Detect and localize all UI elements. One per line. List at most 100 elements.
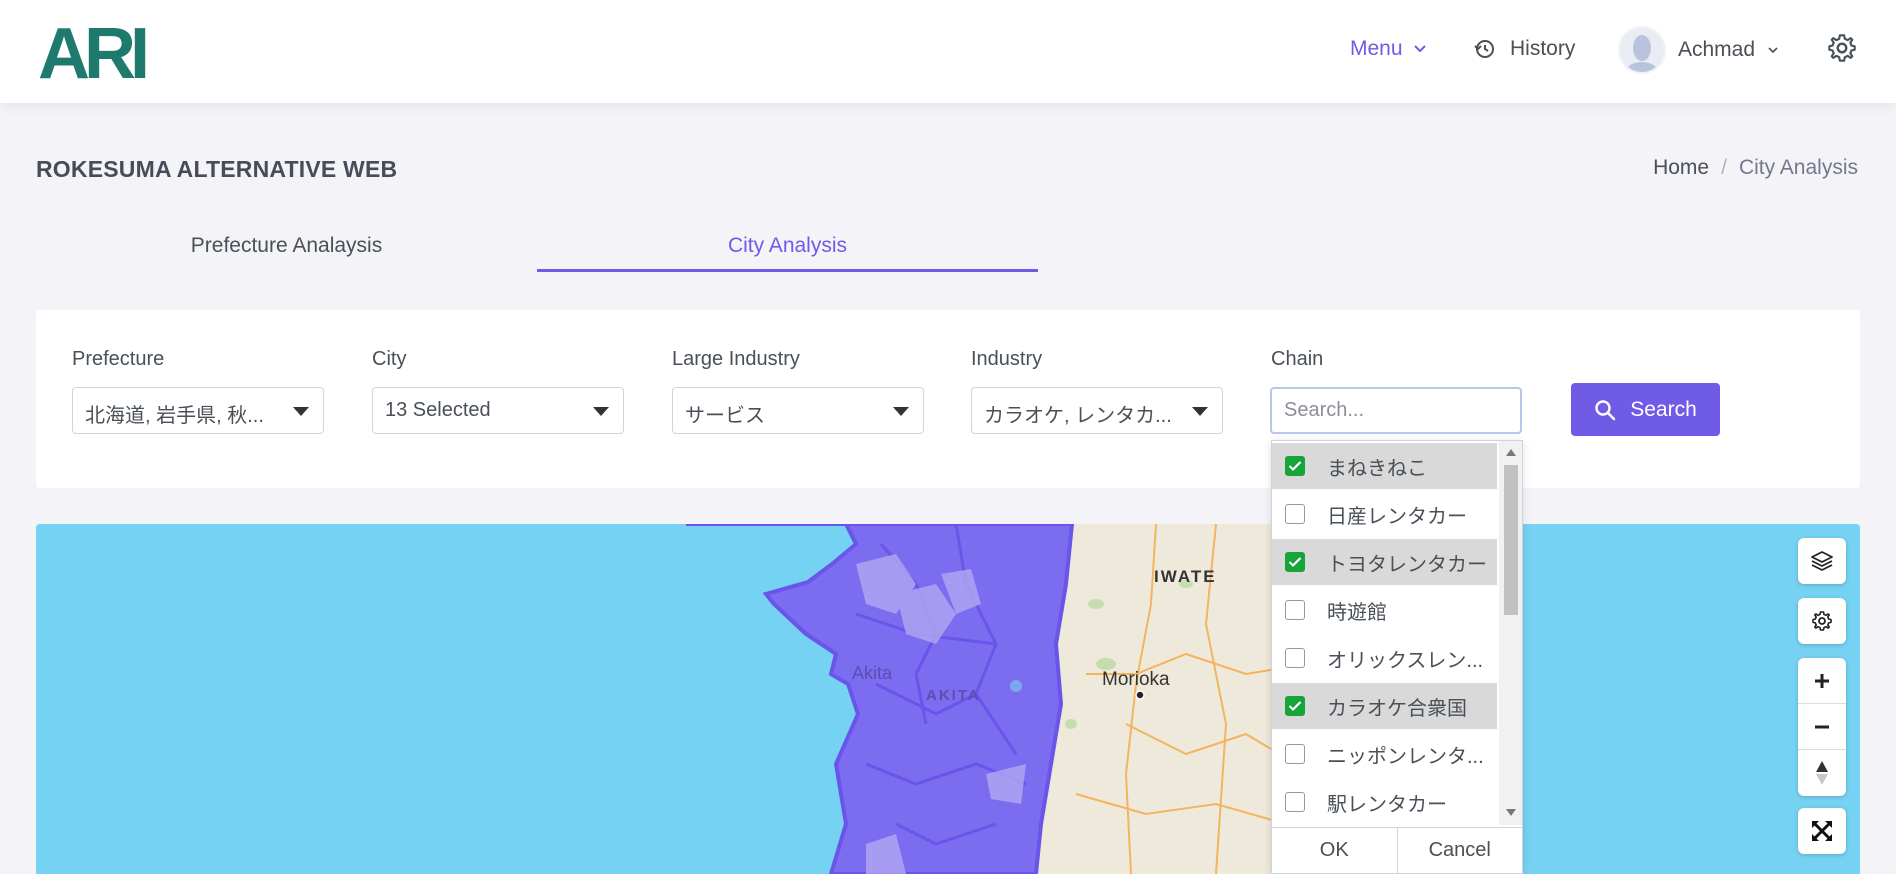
chain-option[interactable]: オリックスレン... xyxy=(1272,635,1497,681)
nav-history[interactable]: History xyxy=(1474,37,1575,61)
zoom-out-button[interactable] xyxy=(1798,704,1846,750)
search-button-label: Search xyxy=(1630,397,1697,421)
chain-dropdown: まねきねこ 日産レンタカー トヨタレンタカー 時遊館 オリックスレン... カラ… xyxy=(1271,440,1523,874)
chain-option-label: カラオケ合衆国 xyxy=(1327,697,1467,720)
checkbox[interactable] xyxy=(1285,456,1305,476)
minus-icon xyxy=(1815,725,1829,728)
morioka-marker xyxy=(1135,690,1145,700)
user-name: Achmad xyxy=(1678,38,1756,61)
analysis-tabs: Prefecture Analaysis City Analysis xyxy=(36,220,1038,272)
ari-logo[interactable]: ARI xyxy=(38,18,170,84)
breadcrumb-home-link[interactable]: Home xyxy=(1653,156,1709,180)
large-industry-value: サービス xyxy=(685,405,765,427)
scroll-up-arrow-icon[interactable] xyxy=(1506,449,1516,456)
checkbox[interactable] xyxy=(1285,744,1305,764)
checkbox[interactable] xyxy=(1285,696,1305,716)
checkbox[interactable] xyxy=(1285,552,1305,572)
gear-icon[interactable] xyxy=(1826,32,1858,64)
chevron-down-icon xyxy=(1768,47,1778,54)
user-menu[interactable]: Achmad xyxy=(1618,26,1779,74)
checkbox[interactable] xyxy=(1285,504,1305,524)
chevron-down-icon xyxy=(1413,45,1426,53)
layers-icon xyxy=(1811,551,1833,571)
chain-option-label: 日産レンタカー xyxy=(1327,505,1467,528)
industry-select[interactable]: カラオケ, レンタカ... xyxy=(971,387,1223,434)
history-icon xyxy=(1474,40,1494,58)
prefecture-select[interactable]: 北海道, 岩手県, 秋... xyxy=(72,387,324,434)
fullscreen-button[interactable] xyxy=(1798,808,1846,854)
nav-menu-dropdown[interactable]: Menu xyxy=(1350,37,1427,61)
prefecture-value: 北海道, 岩手県, 秋... xyxy=(85,405,264,427)
prefecture-label: Prefecture xyxy=(72,348,165,370)
compass-icon xyxy=(1816,761,1828,785)
city-label: City xyxy=(372,348,407,370)
check-icon xyxy=(1288,701,1302,712)
avatar xyxy=(1618,26,1666,74)
chain-option[interactable]: 駅レンタカー xyxy=(1272,779,1497,825)
breadcrumb-separator: / xyxy=(1721,156,1727,179)
search-button[interactable]: Search xyxy=(1571,383,1720,436)
zoom-controls xyxy=(1798,658,1846,796)
chain-option[interactable]: まねきねこ xyxy=(1272,443,1497,489)
tab-city-analysis[interactable]: City Analysis xyxy=(537,220,1038,272)
checkbox[interactable] xyxy=(1285,600,1305,620)
chain-option-label: オリックスレン... xyxy=(1327,649,1484,672)
ok-button[interactable]: OK xyxy=(1272,828,1398,873)
large-industry-select[interactable]: サービス xyxy=(672,387,924,434)
dropdown-scrollbar[interactable] xyxy=(1499,441,1522,825)
industry-value: カラオケ, レンタカ... xyxy=(984,405,1172,427)
map-label-iwate: IWATE xyxy=(1154,567,1217,586)
map-label-morioka: Morioka xyxy=(1102,669,1170,690)
chain-option[interactable]: 時遊館 xyxy=(1272,587,1497,633)
caret-down-icon xyxy=(893,407,909,416)
chain-option-label: 駅レンタカー xyxy=(1327,793,1447,816)
chain-option[interactable]: 日産レンタカー xyxy=(1272,491,1497,537)
lake-dot xyxy=(1010,680,1022,692)
cancel-button[interactable]: Cancel xyxy=(1398,828,1523,873)
tab-prefecture-analysis[interactable]: Prefecture Analaysis xyxy=(36,220,537,272)
layers-button[interactable] xyxy=(1798,538,1846,584)
history-label: History xyxy=(1510,37,1576,60)
chain-option-label: トヨタレンタカー xyxy=(1327,553,1487,576)
fullscreen-icon xyxy=(1812,821,1832,841)
chain-search-input[interactable] xyxy=(1270,387,1522,434)
chain-label: Chain xyxy=(1271,348,1324,370)
svg-text:ARI: ARI xyxy=(38,18,146,84)
city-select[interactable]: 13 Selected xyxy=(372,387,624,434)
checkbox[interactable] xyxy=(1285,648,1305,668)
city-value: 13 Selected xyxy=(385,399,491,421)
chain-option-label: 時遊館 xyxy=(1327,601,1387,624)
plus-icon xyxy=(1815,673,1829,688)
check-icon xyxy=(1288,557,1302,568)
chain-option-label: まねきねこ xyxy=(1327,457,1427,480)
zoom-in-button[interactable] xyxy=(1798,658,1846,704)
check-icon xyxy=(1288,461,1302,472)
map-label-akita-city: Akita xyxy=(852,663,893,683)
dropdown-footer: OK Cancel xyxy=(1272,827,1522,873)
checkbox[interactable] xyxy=(1285,792,1305,812)
breadcrumb: Home / City Analysis xyxy=(1653,156,1858,180)
map-settings-button[interactable] xyxy=(1798,598,1846,644)
top-navbar: ARI Menu History Achmad xyxy=(0,0,1896,103)
chain-option[interactable]: ニッポンレンタ... xyxy=(1272,731,1497,777)
menu-label: Menu xyxy=(1350,37,1403,60)
caret-down-icon xyxy=(593,407,609,416)
map-view[interactable]: IWATE Akita AKITA Morioka xyxy=(36,524,1860,874)
user-silhouette-icon xyxy=(1626,35,1658,72)
map-canvas[interactable]: IWATE Akita AKITA Morioka xyxy=(36,524,1860,874)
scrollbar-thumb[interactable] xyxy=(1504,465,1518,615)
chain-option[interactable]: トヨタレンタカー xyxy=(1272,539,1497,585)
large-industry-label: Large Industry xyxy=(672,348,800,370)
gear-icon xyxy=(1812,611,1832,631)
chain-option-label: ニッポンレンタ... xyxy=(1327,745,1484,768)
chain-option[interactable]: カラオケ合衆国 xyxy=(1272,683,1497,729)
reset-north-button[interactable] xyxy=(1798,750,1846,796)
caret-down-icon xyxy=(293,407,309,416)
caret-down-icon xyxy=(1192,407,1208,416)
industry-label: Industry xyxy=(971,348,1043,370)
page-title: ROKESUMA ALTERNATIVE WEB xyxy=(36,156,398,182)
breadcrumb-current: City Analysis xyxy=(1738,156,1858,179)
search-icon xyxy=(1595,399,1616,420)
map-label-akita-pref: AKITA xyxy=(926,687,981,704)
scroll-down-arrow-icon[interactable] xyxy=(1506,809,1516,816)
